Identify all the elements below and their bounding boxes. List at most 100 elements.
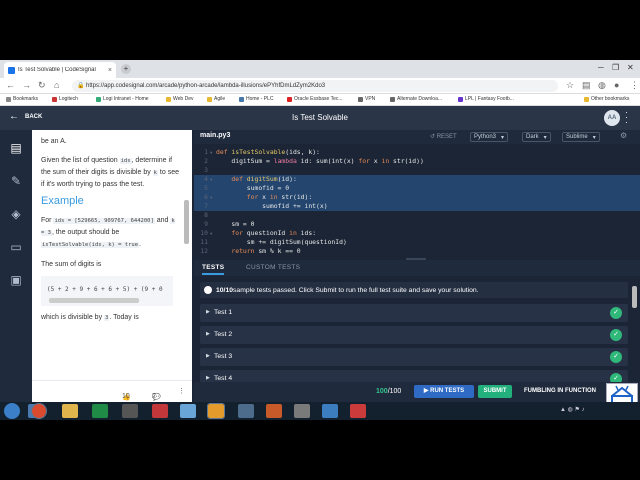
test-row[interactable]: ▶ Test 4 ✓ xyxy=(200,370,628,382)
settings-gear-icon[interactable]: ⚙ xyxy=(620,131,627,140)
bookmark-item[interactable]: Agile xyxy=(207,96,225,102)
code-icon[interactable]: ◈ xyxy=(8,206,24,222)
code-line[interactable]: 10 ▼ for questionId in ids: xyxy=(194,229,640,238)
tools-icon[interactable]: ✎ xyxy=(8,173,24,189)
code-text: sm = 0 xyxy=(216,220,254,229)
back-arrow-icon[interactable]: ← xyxy=(6,80,15,90)
results-scrollbar[interactable] xyxy=(632,286,637,308)
bookmark-item[interactable]: Oracle Essbase Tec... xyxy=(287,96,343,102)
description-scrollbar[interactable] xyxy=(184,200,189,244)
codesignal-favicon-icon xyxy=(8,66,15,74)
close-tab-icon[interactable]: × xyxy=(108,67,116,74)
app-icon[interactable] xyxy=(152,404,168,418)
bookmark-item[interactable]: Home - PLC xyxy=(239,96,274,102)
app-icon[interactable] xyxy=(350,404,366,418)
menu-icon[interactable]: ⋮ xyxy=(630,80,639,91)
code-line[interactable]: 3 xyxy=(194,166,640,175)
page-title: Is Test Solvable xyxy=(292,113,348,122)
excel-icon[interactable] xyxy=(92,404,108,418)
minimize-icon[interactable]: ─ xyxy=(598,63,604,72)
description-icon[interactable]: ▤ xyxy=(8,140,24,156)
code-token: sm % k == 0 xyxy=(254,247,301,255)
test-row[interactable]: ▶ Test 3 ✓ xyxy=(200,348,628,366)
code-line[interactable]: 7 sumofid += int(x) xyxy=(194,202,640,211)
fold-arrow-icon[interactable]: ▼ xyxy=(210,193,212,202)
fold-arrow-icon[interactable]: ▼ xyxy=(210,148,212,157)
code-token: in xyxy=(289,229,297,237)
code-line[interactable]: 12 return sm % k == 0 xyxy=(194,247,640,256)
run-tests-button[interactable]: ▶ RUN TESTS xyxy=(414,385,474,398)
code-line[interactable]: 8 xyxy=(194,211,640,220)
home-icon[interactable]: ⌂ xyxy=(54,80,59,90)
code-text: sumofid = 0 xyxy=(216,184,289,193)
bookmark-item[interactable]: Web Dev xyxy=(166,96,193,102)
example-heading: Example xyxy=(41,195,84,207)
tab-tests[interactable]: TESTS xyxy=(202,264,225,275)
description-panel: be an A. Given the list of question ids,… xyxy=(32,130,192,380)
code-scrollbar[interactable] xyxy=(49,298,139,303)
system-tray-icons[interactable]: ▲ ◍ ⚑ ♪ xyxy=(560,406,585,413)
maximize-icon[interactable]: ❐ xyxy=(612,63,619,72)
line-number: 6 xyxy=(204,193,208,201)
code-editor[interactable]: 1 ▼ def isTestSolvable(ids, k): 2 digitSum … xyxy=(194,144,640,255)
browser-tab[interactable]: Is Test Solvable | CodeSignal × xyxy=(4,62,116,78)
bookmark-item[interactable]: Logitech xyxy=(52,96,78,102)
sum-text: The sum of digits is xyxy=(41,261,102,268)
app-icon[interactable] xyxy=(238,404,254,418)
file-explorer-icon[interactable] xyxy=(62,404,78,418)
app-icon[interactable] xyxy=(322,404,338,418)
code-line[interactable]: 11 sm += digitSum(questionId) xyxy=(194,238,640,247)
fold-arrow-icon[interactable]: ▼ xyxy=(210,229,212,238)
oracle-icon xyxy=(287,96,292,102)
start-button-icon[interactable] xyxy=(4,403,20,419)
reload-icon[interactable]: ↻ xyxy=(38,80,46,91)
bookmark-item[interactable]: Alternate Downloa... xyxy=(390,96,442,102)
inline-code: ids = [529665, 909767, 644200] xyxy=(53,218,155,224)
profile-icon[interactable]: ● xyxy=(614,80,619,90)
code-line[interactable]: 6 ▼ for x in str(id): xyxy=(194,193,640,202)
solutions-icon[interactable]: ▣ xyxy=(8,272,24,288)
fold-arrow-icon[interactable]: ▼ xyxy=(210,175,212,184)
code-token: str(id)) xyxy=(389,157,424,165)
bookmark-item[interactable]: VPN xyxy=(358,96,375,102)
app-icon[interactable] xyxy=(122,404,138,418)
extension-icon-2[interactable]: ◍ xyxy=(598,80,606,91)
keymap-select[interactable]: Sublime ▾ xyxy=(562,132,600,142)
app-icon[interactable] xyxy=(294,404,310,418)
forward-arrow-icon[interactable]: → xyxy=(22,80,31,90)
chrome-icon[interactable] xyxy=(31,403,47,419)
url-input[interactable]: 🔒 https://app.codesignal.com/arcade/pyth… xyxy=(72,80,558,92)
tab-custom-tests[interactable]: CUSTOM TESTS xyxy=(246,264,300,271)
other-bookmarks[interactable]: Other bookmarks xyxy=(584,96,629,102)
submit-button[interactable]: SUBMIT xyxy=(478,385,512,398)
extension-icon[interactable]: ▤ xyxy=(582,80,591,91)
avatar[interactable]: AA xyxy=(604,110,620,126)
language-select[interactable]: Python3 ▾ xyxy=(470,132,509,142)
bookmark-star-icon[interactable]: ☆ xyxy=(566,80,574,91)
more-options-icon[interactable]: · · · xyxy=(625,108,628,127)
app-icon[interactable] xyxy=(266,404,282,418)
bookmark-item[interactable]: Bookmarks xyxy=(6,96,38,102)
code-line[interactable]: 1 ▼ def isTestSolvable(ids, k): xyxy=(194,148,640,157)
code-line[interactable]: 2 digitSum = lambda id: sum(int(x) for x… xyxy=(194,157,640,166)
test-row[interactable]: ▶ Test 1 ✓ xyxy=(200,304,628,322)
test-row[interactable]: ▶ Test 2 ✓ xyxy=(200,326,628,344)
new-tab-button[interactable]: + xyxy=(121,64,131,74)
file-tab[interactable]: main.py3 xyxy=(200,132,230,139)
code-line[interactable]: 5 sumofid = 0 xyxy=(194,184,640,193)
tail-paragraph: which is divisible by 3. Today is xyxy=(41,314,139,321)
code-token: digitSum xyxy=(246,175,278,183)
bookmark-item[interactable]: Logi Intranet - Home xyxy=(96,96,149,102)
bookmarks-icon xyxy=(6,96,11,102)
code-line[interactable]: 9 sm = 0 xyxy=(194,220,640,229)
app-icon[interactable] xyxy=(180,404,196,418)
theme-select[interactable]: Dark ▾ xyxy=(522,132,551,142)
sublime-icon[interactable] xyxy=(207,403,225,419)
bookmark-item[interactable]: LPL | Fantasy Footb... xyxy=(458,96,514,102)
code-line[interactable]: 4 ▼ def digitSum(id): xyxy=(194,175,640,184)
comments-icon[interactable]: ▭ xyxy=(8,239,24,255)
close-window-icon[interactable]: ✕ xyxy=(627,63,634,72)
more-icon[interactable]: ⋮ xyxy=(178,387,185,395)
code-token: def xyxy=(216,148,232,156)
reset-button[interactable]: ↺ RESET xyxy=(430,133,457,140)
